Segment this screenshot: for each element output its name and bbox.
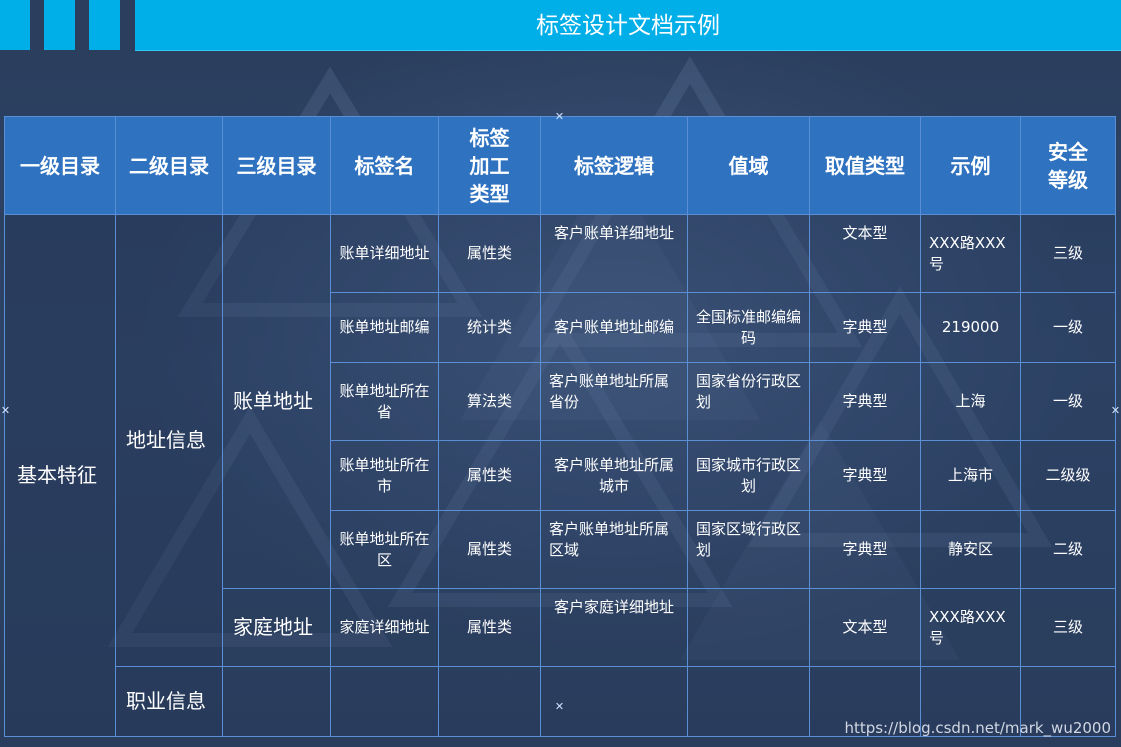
tag-logic-cell: 客户账单地址所属区域: [540, 510, 688, 589]
example-cell: 上海: [920, 362, 1021, 441]
header-security-level: 安全 等级: [1020, 116, 1116, 215]
empty-cell: [438, 666, 541, 737]
tag-logic-cell: 客户账单地址所属城市: [540, 440, 688, 511]
tag-logic-cell: 客户家庭详细地址: [540, 588, 688, 667]
value-domain-cell: [687, 214, 810, 293]
value-type-cell: 文本型: [809, 214, 921, 293]
table-header-row: 一级目录 二级目录 三级目录 标签名 标签 加工 类型 标签逻辑 值域 取值类型…: [4, 116, 1116, 215]
empty-cell: [222, 666, 331, 737]
header-level1: 一级目录: [4, 116, 116, 215]
title-bar: 标签设计文档示例: [0, 0, 1121, 51]
security-level-cell: 三级: [1020, 214, 1116, 293]
tag-logic-cell: 客户账单地址所属省份: [540, 362, 688, 441]
security-level-cell: 二级: [1020, 510, 1116, 589]
processing-type-cell: 属性类: [438, 510, 541, 589]
page-title: 标签设计文档示例: [536, 13, 720, 39]
value-type-cell: 字典型: [809, 362, 921, 441]
tag-name-cell: 账单地址所在省: [330, 362, 439, 441]
resize-handle-icon[interactable]: ✕: [0, 405, 11, 416]
tag-name-cell: 家庭详细地址: [330, 588, 439, 667]
header-tag-logic: 标签逻辑: [540, 116, 688, 215]
header-processing-type: 标签 加工 类型: [438, 116, 541, 215]
example-cell: XXX路XXX号: [920, 588, 1021, 667]
header-value-type: 取值类型: [809, 116, 921, 215]
value-domain-cell: 国家城市行政区划: [687, 440, 810, 511]
processing-type-cell: 属性类: [438, 214, 541, 293]
tag-logic-cell: 客户账单地址邮编: [540, 292, 688, 363]
header-value-domain: 值域: [687, 116, 810, 215]
tag-name-cell: 账单地址邮编: [330, 292, 439, 363]
example-cell: 上海市: [920, 440, 1021, 511]
level1-cell: 基本特征: [4, 214, 116, 737]
tag-name-cell: 账单详细地址: [330, 214, 439, 293]
resize-handle-icon[interactable]: ✕: [554, 111, 565, 122]
processing-type-cell: 属性类: [438, 440, 541, 511]
example-cell: XXX路XXX号: [920, 214, 1021, 293]
value-type-cell: 字典型: [809, 510, 921, 589]
processing-type-cell: 统计类: [438, 292, 541, 363]
value-type-cell: 文本型: [809, 588, 921, 667]
header-level2: 二级目录: [115, 116, 223, 215]
value-type-cell: 字典型: [809, 440, 921, 511]
header-example: 示例: [920, 116, 1021, 215]
example-cell: 静安区: [920, 510, 1021, 589]
header-tag-name: 标签名: [330, 116, 439, 215]
level3-cell: 账单地址: [222, 214, 331, 589]
security-level-cell: 一级: [1020, 362, 1116, 441]
example-cell: 219000: [920, 292, 1021, 363]
security-level-cell: 一级: [1020, 292, 1116, 363]
level3-cell: 家庭地址: [222, 588, 331, 667]
tag-logic-cell: 客户账单详细地址: [540, 214, 688, 293]
value-domain-cell: 国家区域行政区划: [687, 510, 810, 589]
value-domain-cell: 国家省份行政区划: [687, 362, 810, 441]
security-level-cell: 二级级: [1020, 440, 1116, 511]
value-domain-cell: [687, 588, 810, 667]
processing-type-cell: 算法类: [438, 362, 541, 441]
header-level3: 三级目录: [222, 116, 331, 215]
watermark-url: https://blog.csdn.net/mark_wu2000: [844, 719, 1111, 737]
resize-handle-icon[interactable]: ✕: [554, 701, 565, 712]
empty-cell: [330, 666, 439, 737]
value-type-cell: 字典型: [809, 292, 921, 363]
table-row: 基本特征 地址信息 账单地址 账单详细地址 属性类 客户账单详细地址 文本型 X…: [4, 214, 1116, 737]
resize-handle-icon[interactable]: ✕: [1110, 405, 1121, 416]
level2-cell: 地址信息: [115, 214, 223, 667]
empty-cell: [687, 666, 810, 737]
value-domain-cell: 全国标准邮编编码: [687, 292, 810, 363]
tag-design-table: 一级目录 二级目录 三级目录 标签名 标签 加工 类型 标签逻辑 值域 取值类型…: [4, 116, 1116, 737]
tag-name-cell: 账单地址所在市: [330, 440, 439, 511]
processing-type-cell: 属性类: [438, 588, 541, 667]
security-level-cell: 三级: [1020, 588, 1116, 667]
tag-name-cell: 账单地址所在区: [330, 510, 439, 589]
level2-cell: 职业信息: [115, 666, 223, 737]
